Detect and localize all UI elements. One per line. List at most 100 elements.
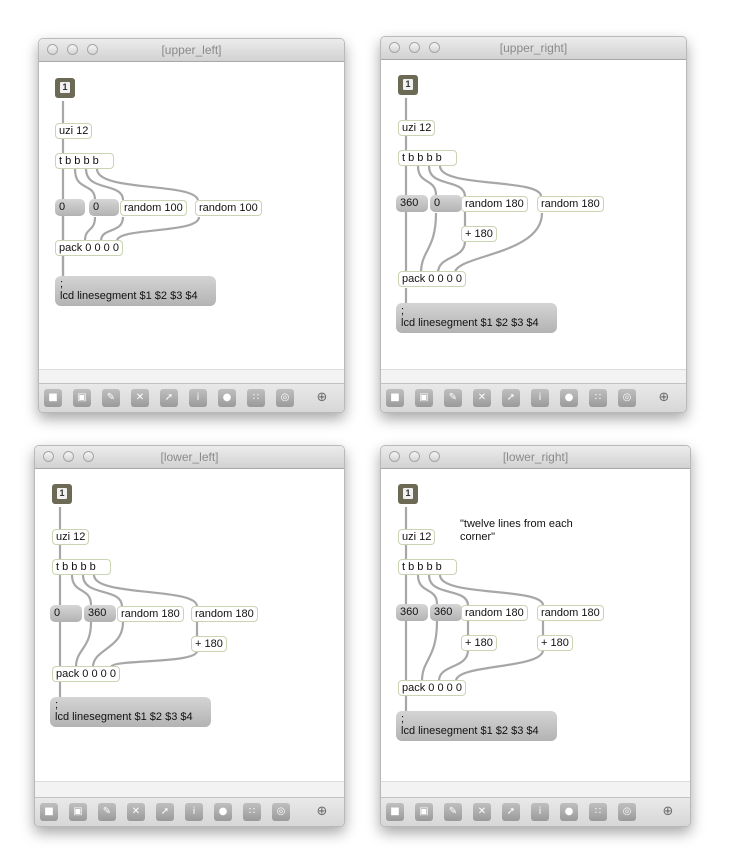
object-palette-icon[interactable]: ✎ xyxy=(98,803,116,821)
trigger-bang-button[interactable]: 1 xyxy=(398,75,418,95)
message-text: lcd linesegment $1 $2 $3 $4 xyxy=(401,317,539,329)
title-bar[interactable]: [lower_right] xyxy=(381,446,690,469)
inspector-icon[interactable]: i xyxy=(185,803,203,821)
patcher-canvas[interactable]: 1 uzi 12 t b b b b 0 360 random 180 rand… xyxy=(35,469,344,781)
add-icon[interactable]: ⊕ xyxy=(661,803,675,821)
trigger-object[interactable]: t b b b b xyxy=(398,559,457,575)
presentation-icon[interactable]: ▣ xyxy=(73,389,91,407)
add-object[interactable]: + 180 xyxy=(191,636,227,652)
trigger-bang-button[interactable]: 1 xyxy=(398,484,418,504)
pack-object[interactable]: pack 0 0 0 0 xyxy=(55,240,123,256)
lock-icon[interactable]: ■ xyxy=(386,803,404,821)
add-icon[interactable]: ⊕ xyxy=(657,389,671,407)
debug-icon[interactable]: ➚ xyxy=(502,389,520,407)
pack-object[interactable]: pack 0 0 0 0 xyxy=(52,666,120,682)
number-box[interactable]: 360 xyxy=(396,604,428,621)
number-box[interactable]: 0 xyxy=(89,199,119,216)
window-lower-right: [lower_right] 1 "twelve lines from each … xyxy=(380,445,691,827)
random-object[interactable]: random 180 xyxy=(117,606,184,622)
random-object[interactable]: random 180 xyxy=(191,606,258,622)
random-object[interactable]: random 180 xyxy=(461,605,528,621)
grid-icon[interactable]: ∷ xyxy=(589,803,607,821)
presentation-icon[interactable]: ▣ xyxy=(415,389,433,407)
path-icon[interactable]: ● xyxy=(560,803,578,821)
number-box[interactable]: 0 xyxy=(50,605,82,622)
path-icon[interactable]: ● xyxy=(560,389,578,407)
title-bar[interactable]: [upper_left] xyxy=(39,39,344,62)
add-icon[interactable]: ⊕ xyxy=(315,803,329,821)
number-box[interactable]: 360 xyxy=(430,604,462,621)
presentation-icon[interactable]: ▣ xyxy=(69,803,87,821)
uzi-object[interactable]: uzi 12 xyxy=(52,529,90,545)
lock-icon[interactable]: ■ xyxy=(386,389,404,407)
random-object[interactable]: random 180 xyxy=(537,605,604,621)
add-object[interactable]: + 180 xyxy=(537,635,573,651)
message-box[interactable]: ; lcd linesegment $1 $2 $3 $4 xyxy=(396,711,557,741)
object-palette-icon[interactable]: ✎ xyxy=(444,803,462,821)
message-prefix: ; xyxy=(401,305,405,317)
random-object[interactable]: random 100 xyxy=(195,200,262,216)
add-icon[interactable]: ⊕ xyxy=(315,389,329,407)
grid-icon[interactable]: ∷ xyxy=(589,389,607,407)
pack-object[interactable]: pack 0 0 0 0 xyxy=(398,680,466,696)
path-icon[interactable]: ● xyxy=(214,803,232,821)
snap-icon[interactable]: ◎ xyxy=(272,803,290,821)
uzi-object[interactable]: uzi 12 xyxy=(398,529,436,545)
lock-icon[interactable]: ■ xyxy=(40,803,58,821)
snap-icon[interactable]: ◎ xyxy=(618,389,636,407)
message-prefix: ; xyxy=(55,699,59,711)
title-bar[interactable]: [upper_right] xyxy=(381,37,686,60)
uzi-object[interactable]: uzi 12 xyxy=(55,123,93,139)
debug-icon[interactable]: ➚ xyxy=(502,803,520,821)
lock-icon[interactable]: ■ xyxy=(44,389,62,407)
patcher-canvas[interactable]: 1 uzi 12 t b b b b 0 0 random 100 random… xyxy=(39,62,344,369)
message-text: lcd linesegment $1 $2 $3 $4 xyxy=(401,725,539,737)
trigger-object[interactable]: t b b b b xyxy=(398,150,457,166)
grid-icon[interactable]: ∷ xyxy=(247,389,265,407)
number-box[interactable]: 360 xyxy=(84,605,116,622)
debug-icon[interactable]: ➚ xyxy=(160,389,178,407)
message-text: lcd linesegment $1 $2 $3 $4 xyxy=(55,711,193,723)
message-box[interactable]: ; lcd linesegment $1 $2 $3 $4 xyxy=(55,276,216,306)
add-object[interactable]: + 180 xyxy=(461,226,497,242)
trigger-bang-button[interactable]: 1 xyxy=(55,78,75,98)
number-box[interactable]: 0 xyxy=(430,195,462,212)
inspector-icon[interactable]: i xyxy=(189,389,207,407)
patcher-canvas[interactable]: 1 "twelve lines from each corner" uzi 12… xyxy=(381,469,690,781)
window-title: [upper_right] xyxy=(499,41,568,55)
comment: "twelve lines from each corner" xyxy=(460,518,573,543)
title-bar[interactable]: [lower_left] xyxy=(35,446,344,469)
patcher-canvas[interactable]: 1 uzi 12 t b b b b 360 0 random 180 rand… xyxy=(381,60,686,369)
object-palette-icon[interactable]: ✎ xyxy=(102,389,120,407)
inspector-icon[interactable]: i xyxy=(531,803,549,821)
patcher-toolbar: ■ ▣ ✎ ✕ ➚ i ● ∷ ◎ ⊕ xyxy=(39,383,344,412)
trigger-object[interactable]: t b b b b xyxy=(52,559,111,575)
window-title: [upper_left] xyxy=(161,43,222,57)
delete-icon[interactable]: ✕ xyxy=(127,803,145,821)
number-box[interactable]: 360 xyxy=(396,195,428,212)
snap-icon[interactable]: ◎ xyxy=(276,389,294,407)
presentation-icon[interactable]: ▣ xyxy=(415,803,433,821)
add-object[interactable]: + 180 xyxy=(461,635,497,651)
snap-icon[interactable]: ◎ xyxy=(618,803,636,821)
delete-icon[interactable]: ✕ xyxy=(473,803,491,821)
pack-object[interactable]: pack 0 0 0 0 xyxy=(398,271,466,287)
grid-icon[interactable]: ∷ xyxy=(243,803,261,821)
trigger-object[interactable]: t b b b b xyxy=(55,153,114,169)
uzi-object[interactable]: uzi 12 xyxy=(398,120,436,136)
random-object[interactable]: random 180 xyxy=(461,196,528,212)
debug-icon[interactable]: ➚ xyxy=(156,803,174,821)
number-box[interactable]: 0 xyxy=(55,199,85,216)
message-box[interactable]: ; lcd linesegment $1 $2 $3 $4 xyxy=(50,697,211,727)
trigger-bang-button[interactable]: 1 xyxy=(52,484,72,504)
window-upper-right: [upper_right] 1 uzi 12 t b b b b 360 0 r… xyxy=(380,36,687,413)
delete-icon[interactable]: ✕ xyxy=(131,389,149,407)
delete-icon[interactable]: ✕ xyxy=(473,389,491,407)
object-palette-icon[interactable]: ✎ xyxy=(444,389,462,407)
random-object[interactable]: random 100 xyxy=(120,200,187,216)
inspector-icon[interactable]: i xyxy=(531,389,549,407)
path-icon[interactable]: ● xyxy=(218,389,236,407)
patch-cords xyxy=(58,507,199,705)
message-box[interactable]: ; lcd linesegment $1 $2 $3 $4 xyxy=(396,303,557,333)
random-object[interactable]: random 180 xyxy=(537,196,604,212)
